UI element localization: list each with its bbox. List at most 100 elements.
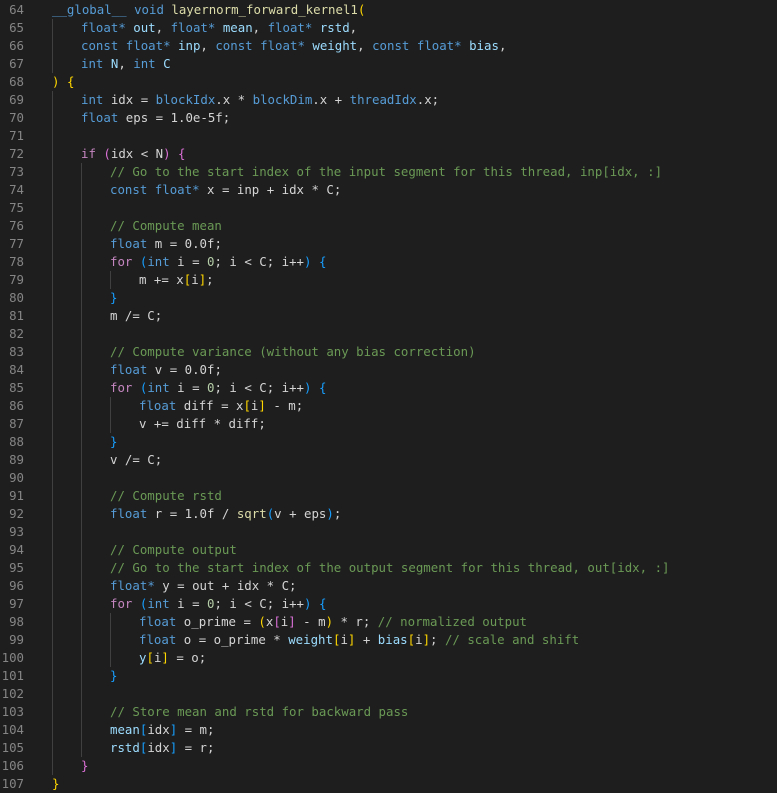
- code-text: rstd[idx] = r;: [110, 739, 214, 757]
- code-token: // Compute rstd: [110, 488, 222, 503]
- code-token: inp: [178, 38, 201, 53]
- code-line[interactable]: 76 // Compute mean: [0, 217, 777, 235]
- code-line[interactable]: 65 float* out, float* mean, float* rstd,: [0, 19, 777, 37]
- indent-guide: [81, 235, 82, 253]
- code-token: // Compute variance (without any bias co…: [110, 344, 476, 359]
- line-number: 65: [9, 20, 24, 35]
- indent-guide: [81, 721, 82, 739]
- line-number: 102: [1, 686, 24, 701]
- code-token: C: [163, 56, 171, 71]
- code-line[interactable]: 69 int idx = blockIdx.x * blockDim.x + th…: [0, 91, 777, 109]
- code-token: rstd: [110, 740, 140, 755]
- indent-guide: [52, 217, 53, 235]
- indent-guide: [81, 577, 82, 595]
- code-token: float: [260, 38, 298, 53]
- code-line[interactable]: 103 // Store mean and rstd for backward p…: [0, 703, 777, 721]
- code-line[interactable]: 100 y[i] = o;: [0, 649, 777, 667]
- line-number: 79: [9, 272, 24, 287]
- code-line[interactable]: 68) {: [0, 73, 777, 91]
- code-line[interactable]: 94 // Compute output: [0, 541, 777, 559]
- code-line[interactable]: 75: [0, 199, 777, 217]
- code-token: * r;: [333, 614, 378, 629]
- code-text: ) {: [52, 73, 74, 91]
- code-token: i: [191, 272, 199, 287]
- code-line[interactable]: 107}: [0, 775, 777, 793]
- code-line[interactable]: 86 float diff = x[i] - m;: [0, 397, 777, 415]
- code-line[interactable]: 91 // Compute rstd: [0, 487, 777, 505]
- code-text: float* out, float* mean, float* rstd,: [81, 19, 357, 37]
- code-line[interactable]: 83 // Compute variance (without any bias …: [0, 343, 777, 361]
- code-token: m += x: [139, 272, 184, 287]
- code-line[interactable]: 93: [0, 523, 777, 541]
- code-token: v /= C;: [110, 452, 163, 467]
- code-line[interactable]: 67 int N, int C: [0, 55, 777, 73]
- code-token: float: [139, 632, 177, 647]
- line-number: 105: [1, 740, 24, 755]
- line-number: 96: [9, 578, 24, 593]
- indent-guide: [81, 613, 82, 631]
- line-number: 85: [9, 380, 24, 395]
- line-number: 75: [9, 200, 24, 215]
- code-text: // Compute mean: [110, 217, 222, 235]
- line-number: 69: [9, 92, 24, 107]
- code-token: ]: [422, 632, 431, 647]
- code-line[interactable]: 98 float o_prime = (x[i] - m) * r; // nor…: [0, 613, 777, 631]
- code-token: void: [134, 2, 164, 17]
- code-line[interactable]: 95 // Go to the start index of the output…: [0, 559, 777, 577]
- code-token: float: [416, 38, 455, 53]
- code-editor[interactable]: 64 __global__ void layernorm_forward_kern…: [0, 0, 777, 793]
- code-line[interactable]: 82: [0, 325, 777, 343]
- code-line[interactable]: 72 if (idx < N) {: [0, 145, 777, 163]
- code-token: [: [243, 398, 251, 413]
- line-number: 89: [9, 452, 24, 467]
- code-line[interactable]: 77 float m = 0.0f;: [0, 235, 777, 253]
- code-token: y = out + idx * C;: [154, 578, 297, 593]
- code-line[interactable]: 87 v += diff * diff;: [0, 415, 777, 433]
- code-line[interactable]: 88}: [0, 433, 777, 451]
- indent-guide: [81, 649, 82, 667]
- indent-guide: [81, 379, 82, 397]
- code-line[interactable]: 80}: [0, 289, 777, 307]
- code-line[interactable]: 105 rstd[idx] = r;: [0, 739, 777, 757]
- code-token: ): [325, 614, 334, 629]
- code-text: int N, int C: [81, 55, 171, 73]
- code-line[interactable]: 74 const float* x = inp + idx * C;: [0, 181, 777, 199]
- code-line[interactable]: 106}: [0, 757, 777, 775]
- indent-guide: [81, 271, 82, 289]
- code-line[interactable]: 92 float r = 1.0f / sqrt(v + eps);: [0, 505, 777, 523]
- code-line[interactable]: 66 const float* inp, const float* weight,…: [0, 37, 777, 55]
- code-token: idx =: [103, 92, 156, 107]
- code-token: ]: [288, 614, 296, 629]
- code-line[interactable]: 101}: [0, 667, 777, 685]
- indent-guide: [110, 271, 111, 289]
- code-line[interactable]: 81 m /= C;: [0, 307, 777, 325]
- code-line[interactable]: 71: [0, 127, 777, 145]
- code-token: i =: [169, 254, 208, 269]
- code-line[interactable]: 73 // Go to the start index of the input …: [0, 163, 777, 181]
- indent-guide: [52, 577, 53, 595]
- code-text: y[i] = o;: [139, 649, 206, 667]
- code-line[interactable]: 102: [0, 685, 777, 703]
- line-number: 67: [9, 56, 24, 71]
- code-line[interactable]: 96 float* y = out + idx * C;: [0, 577, 777, 595]
- code-text: }: [110, 667, 117, 685]
- code-line[interactable]: 90: [0, 469, 777, 487]
- code-line[interactable]: 97 for (int i = 0; i < C; i++) {: [0, 595, 777, 613]
- code-line[interactable]: 99 float o = o_prime * weight[i] + bias[i…: [0, 631, 777, 649]
- code-line[interactable]: 89 v /= C;: [0, 451, 777, 469]
- code-line[interactable]: 70 float eps = 1.0e-5f;: [0, 109, 777, 127]
- code-token: bias: [377, 632, 408, 647]
- code-line[interactable]: 78 for (int i = 0; i < C; i++) {: [0, 253, 777, 271]
- code-line[interactable]: 84 float v = 0.0f;: [0, 361, 777, 379]
- indent-guide: [52, 361, 53, 379]
- code-line[interactable]: 79 m += x[i];: [0, 271, 777, 289]
- indent-guide: [52, 523, 53, 541]
- indent-guide: [52, 19, 53, 37]
- code-line[interactable]: 85 for (int i = 0; i < C; i++) {: [0, 379, 777, 397]
- indent-guide: [52, 505, 53, 523]
- code-line[interactable]: 64 __global__ void layernorm_forward_kern…: [0, 1, 777, 19]
- indent-guide: [52, 235, 53, 253]
- code-line[interactable]: 104 mean[idx] = m;: [0, 721, 777, 739]
- indent-guide: [52, 325, 53, 343]
